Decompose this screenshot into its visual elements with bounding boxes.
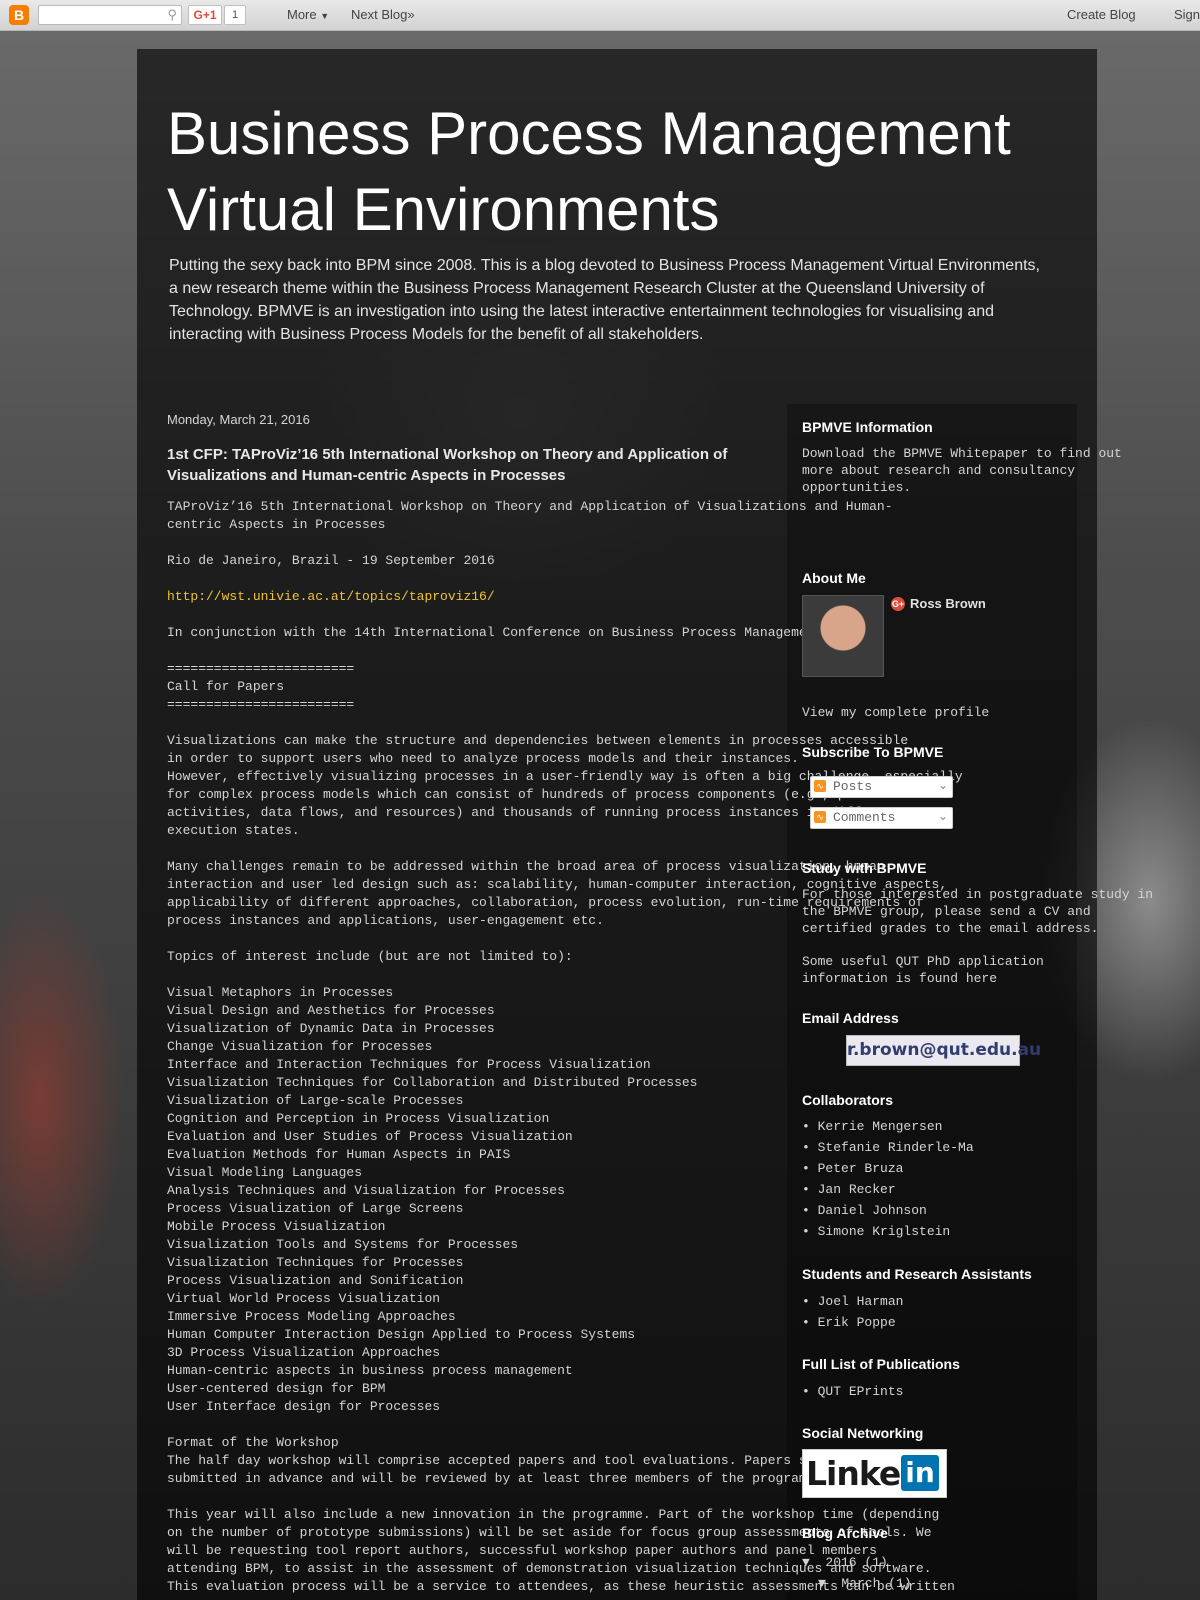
subscribe-comments-label: Comments (833, 810, 896, 825)
post-date: Monday, March 21, 2016 (167, 412, 310, 427)
topic-item: Cognition and Perception in Process Visu… (167, 1111, 550, 1126)
next-blog-link[interactable]: Next Blog» (351, 7, 415, 22)
topic-item: Visualization of Dynamic Data in Process… (167, 1021, 495, 1036)
topic-item: 3D Process Visualization Approaches (167, 1345, 441, 1360)
topic-item: Visual Modeling Languages (167, 1165, 363, 1180)
students-list: Joel Harman Erik Poppe (802, 1291, 904, 1333)
subscribe-posts-label: Posts (833, 779, 873, 794)
format-text: The half day workshop will comprise acce… (167, 1453, 893, 1486)
topic-item: User-centered design for BPM (167, 1381, 386, 1396)
subscribe-posts-dropdown[interactable]: ∿ Posts ⌄ (810, 776, 953, 798)
topic-item: Visual Metaphors in Processes (167, 985, 394, 1000)
workshop-link[interactable]: http://wst.univie.ac.at/topics/taproviz1… (167, 588, 777, 606)
rss-icon: ∿ (814, 811, 826, 823)
innovation-text: This year will also include a new innova… (167, 1507, 955, 1594)
topics-intro: Topics of interest include (but are not … (167, 949, 573, 964)
social-heading: Social Networking (802, 1425, 924, 1441)
email-heading: Email Address (802, 1010, 899, 1026)
about-heading: About Me (802, 570, 866, 586)
blog-post: Monday, March 21, 2016 1st CFP: TAProViz… (167, 412, 963, 1596)
topic-item: Evaluation and User Studies of Process V… (167, 1129, 573, 1144)
post-location: Rio de Janeiro, Brazil - 19 September 20… (167, 553, 495, 568)
topic-item: Immersive Process Modeling Approaches (167, 1309, 456, 1324)
blog-title-line2: Virtual Environments (167, 176, 720, 243)
chevron-down-icon: ▼ (320, 11, 330, 21)
collaborators-list: Kerrie Mengersen Stefanie Rinderle-Ma Pe… (802, 1116, 974, 1242)
more-label: More (287, 7, 317, 22)
topic-item: User Interface design for Processes (167, 1399, 441, 1414)
info-text: Download the BPMVE Whitepaper to find ou… (802, 446, 1122, 495)
topics-list: Visual Metaphors in Processes Visual Des… (167, 984, 777, 1416)
topic-item: Human-centric aspects in business proces… (167, 1363, 573, 1378)
publications-list: QUT EPrints (802, 1381, 904, 1402)
blog-title[interactable]: Business Process Management Virtual Envi… (167, 96, 1067, 248)
google-plus-icon: G+ (891, 597, 905, 611)
chevron-down-icon: ⌄ (937, 809, 948, 823)
sign-in-link[interactable]: Sign (1174, 7, 1200, 22)
post-paragraph-2: Many challenges remain to be addressed w… (167, 859, 947, 928)
linkedin-icon: in (901, 1455, 939, 1491)
students-heading: Students and Research Assistants (802, 1266, 1032, 1282)
post-paragraph-1: Visualizations can make the structure an… (167, 733, 963, 838)
topic-item: Visualization Techniques for Collaborati… (167, 1075, 698, 1090)
post-conjunction: In conjunction with the 14th Internation… (167, 625, 862, 640)
student-link[interactable]: Erik Poppe (802, 1312, 903, 1333)
format-heading: Format of the Workshop (167, 1435, 339, 1450)
topic-item: Visualization Techniques for Processes (167, 1255, 464, 1270)
subscribe-comments-dropdown[interactable]: ∿ Comments ⌄ (810, 807, 953, 829)
topic-item: Human Computer Interaction Design Applie… (167, 1327, 636, 1342)
chevron-down-icon: ⌄ (937, 778, 948, 792)
profile-name-link[interactable]: Ross Brown (910, 596, 986, 611)
student-link[interactable]: Joel Harman (802, 1291, 904, 1312)
topic-item: Analysis Techniques and Visualization fo… (167, 1183, 565, 1198)
collaborator-link[interactable]: Stefanie Rinderle-Ma (802, 1137, 974, 1158)
topic-item: Visual Design and Aesthetics for Process… (167, 1003, 495, 1018)
publications-heading: Full List of Publications (802, 1356, 960, 1372)
collaborator-link[interactable]: Kerrie Mengersen (802, 1116, 974, 1137)
topic-item: Visualization Tools and Systems for Proc… (167, 1237, 519, 1252)
navbar-search-input[interactable]: ⚲ (38, 5, 182, 25)
subscribe-heading: Subscribe To BPMVE (802, 744, 944, 760)
cfp-heading: ======================== Call for Papers… (167, 661, 355, 712)
collaborator-link[interactable]: Jan Recker (802, 1179, 974, 1200)
search-icon[interactable]: ⚲ (167, 7, 177, 23)
gplus-button[interactable]: G+1 (188, 5, 222, 25)
view-profile-link[interactable]: View my complete profile (802, 704, 989, 721)
create-blog-link[interactable]: Create Blog (1067, 7, 1136, 22)
topic-item: Process Visualization and Sonification (167, 1273, 464, 1288)
topic-item: Virtual World Process Visualization (167, 1291, 441, 1306)
topic-item: Process Visualization of Large Screens (167, 1201, 464, 1216)
collaborators-heading: Collaborators (802, 1092, 894, 1108)
archive-heading: Blog Archive (802, 1525, 888, 1541)
collaborator-link[interactable]: Peter Bruza (802, 1158, 974, 1179)
post-title[interactable]: 1st CFP: TAProViz’16 5th International W… (167, 444, 777, 486)
collaborator-link[interactable]: Simone Kriglstein (802, 1221, 974, 1242)
topic-item: Change Visualization for Processes (167, 1039, 433, 1054)
more-menu[interactable]: More ▼ (287, 7, 329, 22)
avatar[interactable] (802, 595, 884, 677)
gplus-count: 1 (224, 5, 246, 25)
archive-month-toggle[interactable]: ▼ March (1) (818, 1576, 912, 1591)
topic-item: Evaluation Methods for Human Aspects in … (167, 1147, 511, 1162)
topic-item: Interface and Interaction Techniques for… (167, 1057, 651, 1072)
linkedin-badge[interactable]: Linked in (802, 1449, 947, 1498)
blogger-logo-icon[interactable]: B (9, 5, 29, 25)
blogger-navbar: B ⚲ G+1 1 More ▼ Next Blog» Create Blog … (0, 0, 1200, 31)
collaborator-link[interactable]: Daniel Johnson (802, 1200, 974, 1221)
study-text-2: Some useful QUT PhD application informat… (802, 954, 1044, 986)
publication-link[interactable]: QUT EPrints (802, 1381, 904, 1402)
blog-title-line1: Business Process Management (167, 100, 1011, 167)
topic-item: Visualization of Large-scale Processes (167, 1093, 464, 1108)
info-heading: BPMVE Information (802, 419, 933, 435)
archive-year-toggle[interactable]: ▼ 2016 (1) (802, 1555, 888, 1570)
study-text: For those interested in postgraduate stu… (802, 887, 1154, 936)
topic-item: Mobile Process Visualization (167, 1219, 386, 1234)
post-intro: TAProViz’16 5th International Workshop o… (167, 499, 893, 532)
email-address-image: r.brown@qut.edu.au (846, 1035, 1041, 1066)
rss-icon: ∿ (814, 780, 826, 792)
blog-description: Putting the sexy back into BPM since 200… (169, 257, 1040, 343)
study-heading: Study with BPMVE (802, 860, 927, 876)
